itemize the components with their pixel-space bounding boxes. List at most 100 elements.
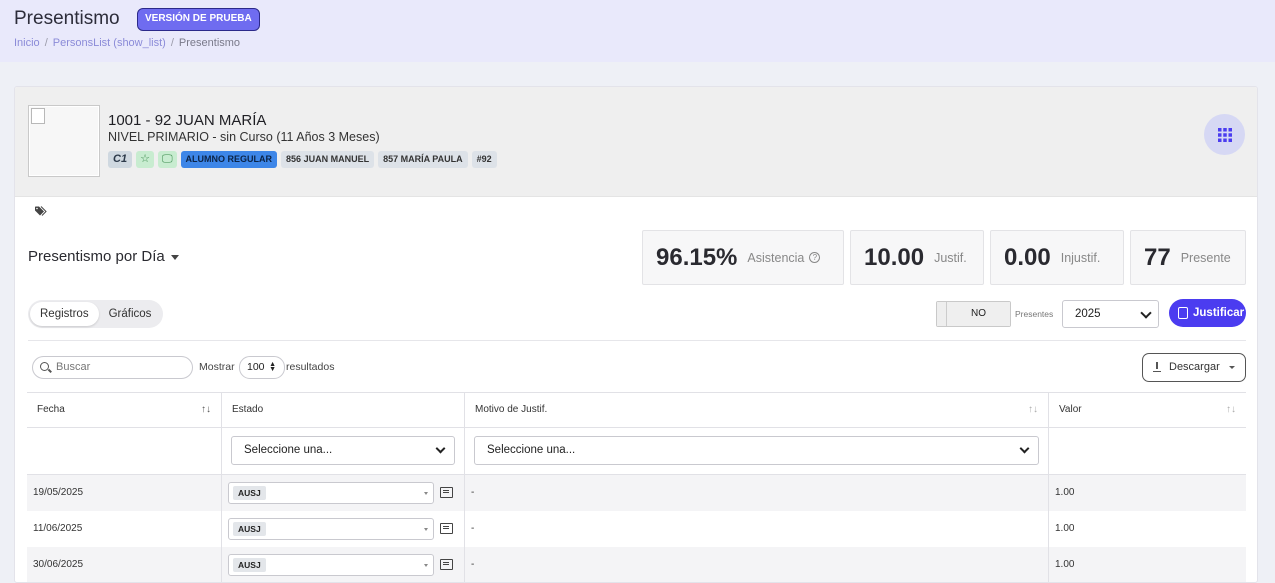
comment-icon[interactable] [440, 523, 453, 534]
column-label: Motivo de Justif. [475, 404, 548, 415]
download-button[interactable]: Descargar [1142, 353, 1246, 382]
results-label: resultados [286, 361, 335, 373]
caret-down-icon [1229, 366, 1235, 369]
column-header-fecha[interactable]: Fecha ↑↓ [27, 393, 222, 428]
filter-placeholder: Seleccione una... [487, 444, 576, 456]
search-input[interactable]: Buscar [32, 356, 193, 379]
table-row: 11/06/2025 AUSJ - 1.00 [27, 511, 1246, 547]
comment-icon[interactable] [440, 487, 453, 498]
breadcrumb-home[interactable]: Inicio [14, 37, 40, 49]
document-icon [1178, 307, 1188, 319]
column-label: Estado [232, 404, 264, 415]
year-value: 2025 [1075, 308, 1101, 320]
motivo-cell: - [465, 547, 1049, 582]
comment-icon[interactable] [440, 559, 453, 570]
presentes-label: Presentes [1015, 309, 1054, 319]
broken-image-icon [31, 108, 45, 124]
grid-icon [1217, 127, 1232, 142]
estado-tag: AUSJ [233, 522, 266, 536]
page-size-select[interactable]: 100 ▲ ▼ [239, 356, 285, 379]
star-icon[interactable]: ☆ [136, 151, 154, 168]
motivo-cell: - [465, 475, 1049, 511]
avatar [28, 105, 100, 177]
tab-graficos[interactable]: Gráficos [99, 302, 162, 326]
filter-cell: Seleccione una... [222, 428, 465, 475]
justify-button[interactable]: Justificar [1169, 299, 1246, 327]
sort-asc-icon: ↑↓ [201, 404, 211, 415]
caret-down-icon [424, 492, 428, 495]
motivo-filter-select[interactable]: Seleccione una... [474, 436, 1039, 465]
stat-label: Asistencia [747, 250, 805, 265]
show-label: Mostrar [199, 361, 235, 373]
estado-tag: AUSJ [233, 486, 266, 500]
filter-row: Seleccione una... Seleccione una... [27, 428, 1246, 475]
stat-value: 96.15% [656, 243, 738, 271]
column-header-estado: Estado [222, 393, 465, 428]
records-table: Fecha ↑↓ Estado Motivo de Justif. ↑↓ Valor… [27, 392, 1246, 582]
relative-chip-2[interactable]: 857 MARÍA PAULA [378, 151, 468, 168]
toggle-knob [937, 302, 947, 326]
chevron-down-icon [1019, 443, 1030, 454]
estado-select[interactable]: AUSJ [228, 518, 434, 540]
filter-cell [1049, 428, 1246, 475]
c1-chip: C1 [108, 151, 133, 168]
toggle-label: NO [947, 302, 1010, 326]
column-label: Valor [1059, 404, 1082, 415]
trial-version-badge: VERSIÓN DE PRUEBA [137, 8, 260, 31]
valor-cell: 1.00 [1055, 523, 1075, 534]
profile-chips: C1 ☆ 🖵 ALUMNO REGULAR 856 JUAN MANUEL 85… [108, 151, 497, 168]
year-select[interactable]: 2025 [1062, 300, 1159, 328]
estado-select[interactable]: AUSJ [228, 482, 434, 504]
stat-value: 77 [1144, 243, 1171, 271]
help-icon[interactable]: ? [809, 252, 821, 263]
valor-cell: 1.00 [1049, 475, 1246, 511]
estado-filter-select[interactable]: Seleccione una... [231, 436, 455, 465]
stat-label: Presente [1180, 250, 1231, 265]
view-tabs: Registros Gráficos [28, 300, 164, 328]
column-label: Fecha [37, 404, 65, 415]
estado-select[interactable]: AUSJ [228, 554, 434, 576]
chevron-down-icon [1140, 307, 1152, 319]
section-title-dropdown[interactable]: Presentismo por Día [28, 248, 179, 265]
top-header: Presentismo VERSIÓN DE PRUEBA Inicio / Per… [0, 0, 1275, 62]
column-header-valor[interactable]: Valor ↑↓ [1049, 393, 1246, 428]
filter-placeholder: Seleccione una... [244, 444, 333, 456]
tags-icon[interactable] [35, 206, 47, 216]
caret-down-icon [170, 254, 179, 260]
person-name: 1001 - 92 JUAN MARÍA [108, 112, 267, 129]
presentes-toggle[interactable]: NO [936, 301, 1011, 327]
search-placeholder: Buscar [56, 361, 91, 373]
person-level: NIVEL PRIMARIO - sin Curso (11 Años 3 Me… [108, 130, 380, 144]
breadcrumb-persons-list[interactable]: PersonsList (show_list) [53, 37, 166, 49]
sort-icon: ↑↓ [1226, 404, 1236, 415]
sort-icon: ↑↓ [1028, 404, 1038, 415]
download-icon [1153, 362, 1161, 372]
date-cell: 11/06/2025 [27, 511, 222, 547]
estado-cell: AUSJ [222, 547, 465, 582]
status-badge: ALUMNO REGULAR [180, 151, 278, 168]
tab-registros[interactable]: Registros [30, 302, 99, 326]
estado-tag: AUSJ [233, 558, 266, 572]
breadcrumb-separator: / [170, 37, 174, 49]
divider [28, 340, 1246, 341]
monitor-icon[interactable]: 🖵 [157, 151, 177, 168]
stat-present: 77 Presente [1130, 230, 1246, 285]
table-row: 19/05/2025 AUSJ - 1.00 [27, 475, 1246, 511]
presentismo-card: 1001 - 92 JUAN MARÍA NIVEL PRIMARIO - si… [14, 86, 1258, 583]
stat-label: Justif. [934, 250, 967, 265]
relative-chip-1[interactable]: 856 JUAN MANUEL [281, 151, 375, 168]
chevron-down-icon [435, 443, 446, 454]
page-title: Presentismo [14, 8, 120, 29]
column-header-motivo[interactable]: Motivo de Justif. ↑↓ [465, 393, 1049, 428]
apps-menu-button[interactable] [1204, 114, 1245, 155]
justify-label: Justificar [1193, 307, 1245, 319]
stat-label: Injustif. [1060, 250, 1101, 265]
estado-cell: AUSJ [222, 511, 465, 547]
caret-down-icon [424, 564, 428, 567]
stat-attendance: 96.15% Asistencia? [642, 230, 844, 285]
stat-value: 10.00 [864, 243, 925, 271]
stat-justified: 10.00 Justif. [850, 230, 984, 285]
date-cell: 30/06/2025 [27, 547, 222, 582]
profile-header: 1001 - 92 JUAN MARÍA NIVEL PRIMARIO - si… [15, 87, 1257, 197]
id-chip: #92 [471, 151, 497, 168]
